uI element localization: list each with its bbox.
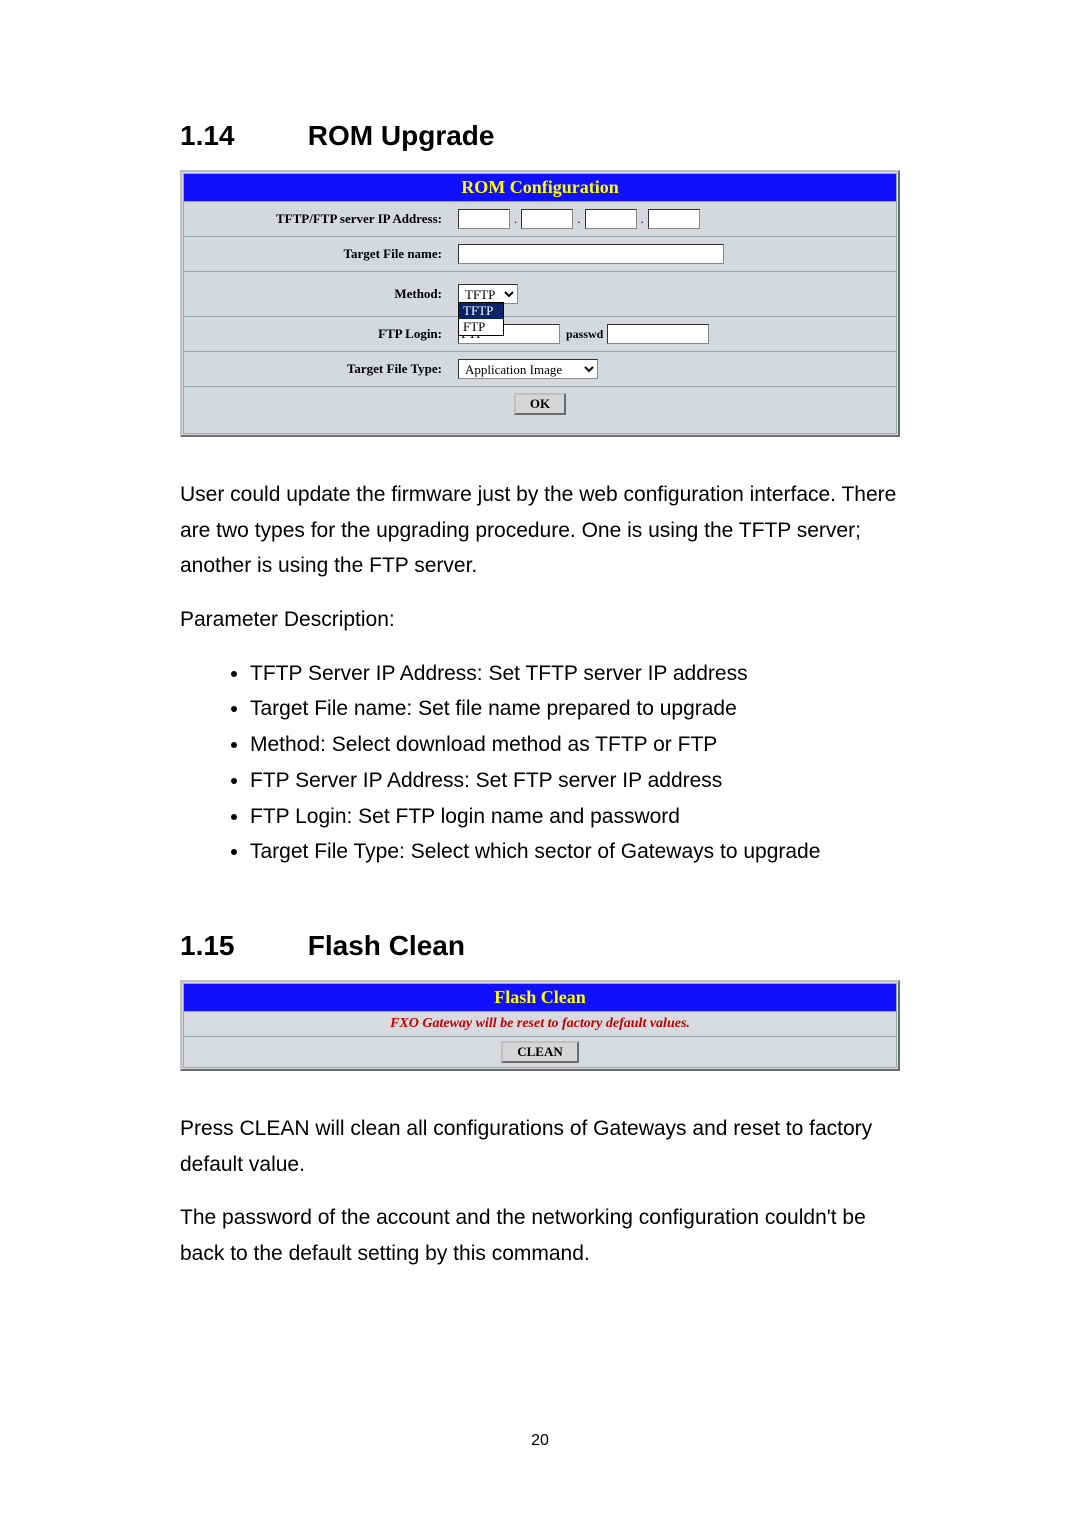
ip-dot: . — [514, 211, 517, 227]
row-method: Method: TFTP TFTP FTP — [183, 272, 897, 317]
row-ftp-login: FTP Login: passwd — [183, 317, 897, 352]
ip-octet-3[interactable] — [585, 209, 637, 229]
list-item: FTP Server IP Address: Set FTP server IP… — [250, 763, 900, 799]
section-title: Flash Clean — [308, 930, 465, 961]
list-item: FTP Login: Set FTP login name and passwo… — [250, 799, 900, 835]
ftp-passwd-input[interactable] — [607, 324, 709, 344]
label-filename: Target File name: — [184, 246, 452, 262]
rom-config-header: ROM Configuration — [183, 173, 897, 202]
ip-octet-4[interactable] — [648, 209, 700, 229]
passwd-label: passwd — [566, 327, 603, 342]
method-dropdown-open[interactable]: TFTP FTP — [458, 302, 504, 336]
rom-description-1: User could update the firmware just by t… — [180, 477, 900, 584]
method-option-ftp[interactable]: FTP — [459, 319, 503, 335]
row-filename: Target File name: — [183, 237, 897, 272]
list-item: Target File Type: Select which sector of… — [250, 834, 900, 870]
clean-button[interactable]: CLEAN — [501, 1041, 579, 1063]
ip-dot: . — [641, 211, 644, 227]
list-item: Target File name: Set file name prepared… — [250, 691, 900, 727]
param-desc-heading: Parameter Description: — [180, 602, 900, 638]
flash-desc-1: Press CLEAN will clean all configuration… — [180, 1111, 900, 1182]
flash-clean-header: Flash Clean — [183, 983, 897, 1012]
section-number: 1.15 — [180, 930, 300, 962]
label-ftp-login: FTP Login: — [184, 326, 452, 342]
label-method: Method: — [184, 286, 452, 302]
ip-dot: . — [577, 211, 580, 227]
list-item: Method: Select download method as TFTP o… — [250, 727, 900, 763]
label-ip: TFTP/FTP server IP Address: — [184, 211, 452, 227]
ip-octet-1[interactable] — [458, 209, 510, 229]
rom-config-panel: ROM Configuration TFTP/FTP server IP Add… — [180, 170, 900, 437]
method-select[interactable]: TFTP — [458, 284, 518, 304]
page-number: 20 — [180, 1432, 900, 1450]
row-ip: TFTP/FTP server IP Address: . . . — [183, 202, 897, 237]
section-number: 1.14 — [180, 120, 300, 152]
ip-octet-2[interactable] — [521, 209, 573, 229]
flash-clean-panel: Flash Clean FXO Gateway will be reset to… — [180, 980, 900, 1071]
file-type-select[interactable]: Application Image — [458, 359, 598, 379]
method-option-tftp[interactable]: TFTP — [459, 303, 503, 319]
ok-button[interactable]: OK — [514, 393, 566, 415]
row-ok: OK — [183, 387, 897, 434]
list-item: TFTP Server IP Address: Set TFTP server … — [250, 656, 900, 692]
section-heading-flash: 1.15 Flash Clean — [180, 930, 900, 962]
section-title: ROM Upgrade — [308, 120, 495, 151]
flash-desc-2: The password of the account and the netw… — [180, 1200, 900, 1271]
section-heading-rom: 1.14 ROM Upgrade — [180, 120, 900, 152]
target-file-input[interactable] — [458, 244, 724, 264]
row-file-type: Target File Type: Application Image — [183, 352, 897, 387]
flash-clean-warning: FXO Gateway will be reset to factory def… — [183, 1012, 897, 1037]
label-file-type: Target File Type: — [184, 361, 452, 377]
param-list: TFTP Server IP Address: Set TFTP server … — [180, 656, 900, 870]
